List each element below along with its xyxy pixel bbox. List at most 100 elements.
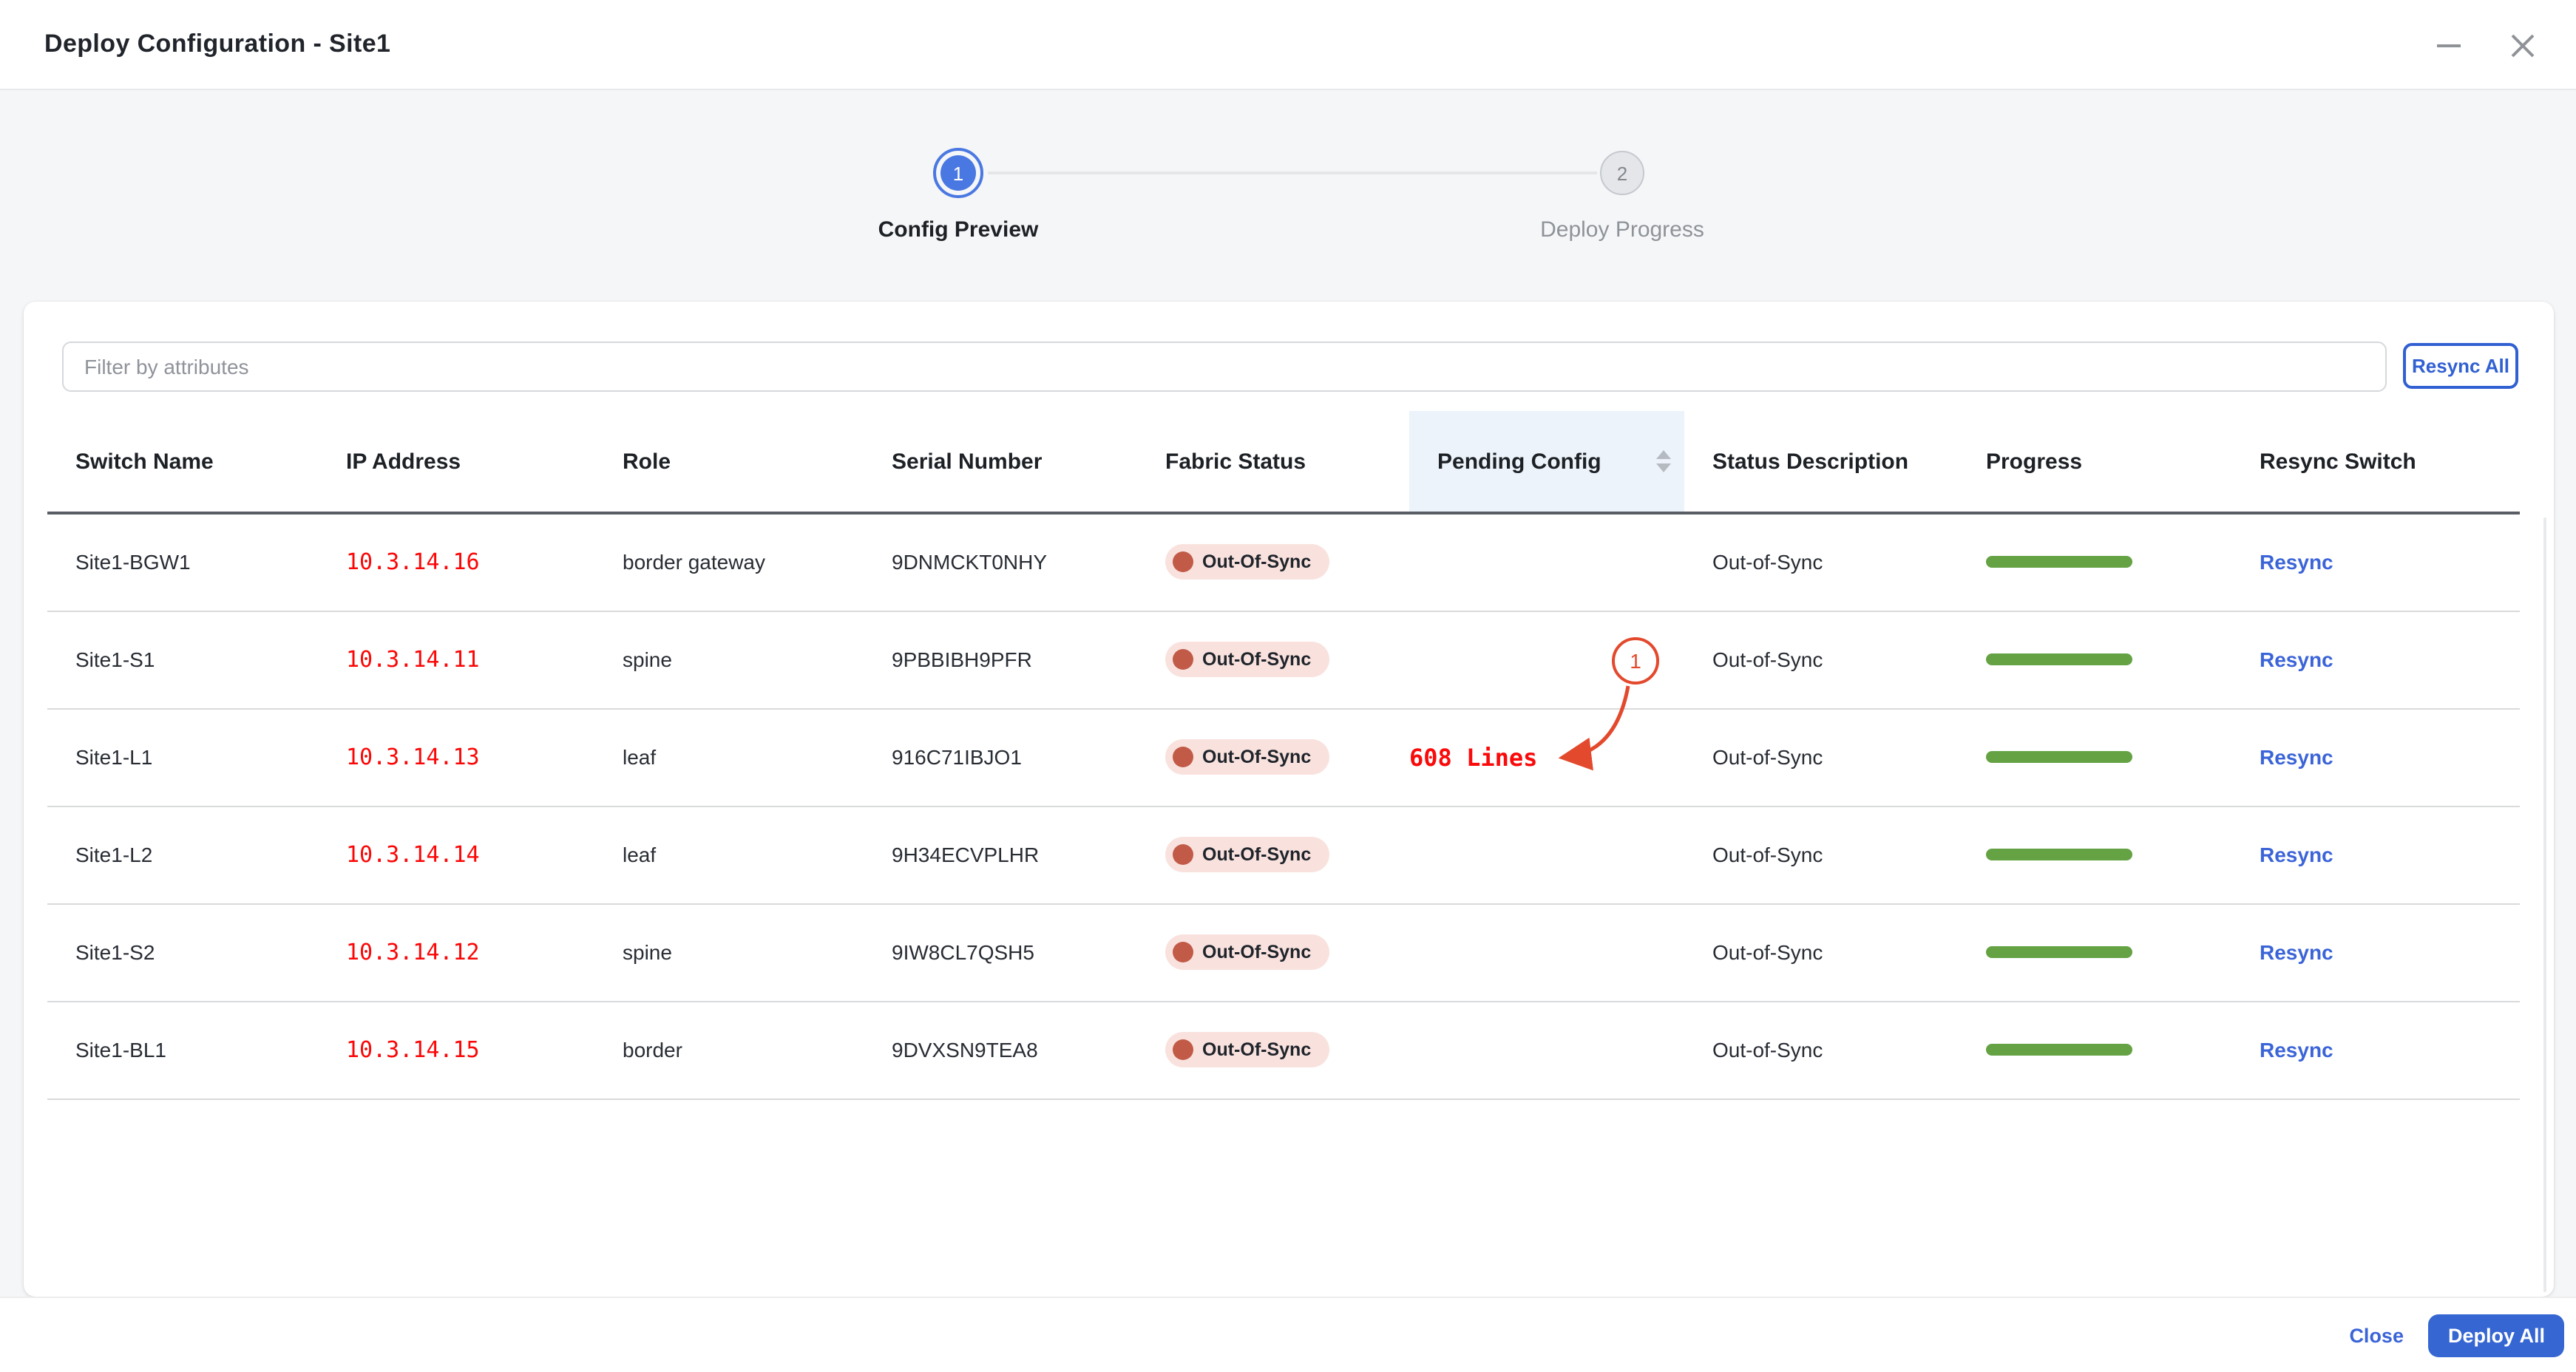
status-dot-icon bbox=[1173, 747, 1193, 767]
step-1-indicator[interactable]: 1 bbox=[933, 148, 983, 198]
fabric-status-cell: Out-Of-Sync bbox=[1137, 611, 1409, 709]
table-header-row: Switch Name IP Address Role Serial Numbe… bbox=[47, 411, 2520, 513]
status-badge: Out-Of-Sync bbox=[1165, 1032, 1329, 1067]
serial-number-cell: 9DVXSN9TEA8 bbox=[864, 1001, 1137, 1099]
progress-bar bbox=[1986, 751, 2132, 763]
fabric-status-cell: Out-Of-Sync bbox=[1137, 806, 1409, 904]
ip-address-cell: 10.3.14.14 bbox=[318, 806, 594, 904]
screen: Deploy Configuration - Site1 1 2 Config … bbox=[0, 0, 2576, 1372]
status-description-cell: Out-of-Sync bbox=[1684, 708, 1958, 806]
switch-name-cell: Site1-S2 bbox=[47, 903, 318, 1002]
dialog-titlebar: Deploy Configuration - Site1 bbox=[0, 0, 2576, 90]
pending-config-header-label: Pending Config bbox=[1437, 449, 1601, 474]
minimize-button[interactable] bbox=[2431, 27, 2467, 63]
status-badge-label: Out-Of-Sync bbox=[1202, 1039, 1312, 1060]
ip-address-cell: 10.3.14.13 bbox=[318, 708, 594, 806]
serial-number-cell: 916C71IBJO1 bbox=[864, 708, 1137, 806]
fabric-status-cell: Out-Of-Sync bbox=[1137, 1001, 1409, 1099]
progress-cell bbox=[1958, 1001, 2231, 1099]
progress-cell bbox=[1958, 806, 2231, 904]
dialog-title: Deploy Configuration - Site1 bbox=[44, 30, 391, 58]
resync-link[interactable]: Resync bbox=[2260, 551, 2333, 574]
pending-config-cell bbox=[1409, 611, 1684, 709]
progress-cell bbox=[1958, 513, 2231, 611]
ip-address-cell: 10.3.14.16 bbox=[318, 513, 594, 611]
column-header-progress[interactable]: Progress bbox=[1958, 411, 2231, 513]
status-badge-label: Out-Of-Sync bbox=[1202, 649, 1312, 670]
step-2-indicator[interactable]: 2 bbox=[1600, 151, 1644, 195]
pending-config-cell: 608 Lines bbox=[1409, 708, 1684, 806]
role-cell: spine bbox=[594, 611, 864, 709]
fabric-status-cell: Out-Of-Sync bbox=[1137, 903, 1409, 1002]
stepper-connector bbox=[988, 172, 1597, 174]
ip-address-cell: 10.3.14.12 bbox=[318, 903, 594, 1002]
filter-input[interactable] bbox=[62, 342, 2387, 392]
sort-icon[interactable] bbox=[1656, 450, 1671, 472]
status-dot-icon bbox=[1173, 551, 1193, 573]
resync-link[interactable]: Resync bbox=[2260, 648, 2333, 671]
column-header-serial-number[interactable]: Serial Number bbox=[864, 411, 1137, 513]
progress-bar bbox=[1986, 946, 2132, 958]
status-badge: Out-Of-Sync bbox=[1165, 544, 1329, 580]
serial-number-cell: 9PBBIBH9PFR bbox=[864, 611, 1137, 709]
pending-config-lines-link[interactable]: 608 Lines bbox=[1409, 743, 1537, 771]
progress-bar bbox=[1986, 1044, 2132, 1056]
close-button[interactable] bbox=[2505, 27, 2541, 63]
resync-link[interactable]: Resync bbox=[2260, 745, 2333, 769]
switches-table: Switch Name IP Address Role Serial Numbe… bbox=[47, 411, 2520, 1099]
resync-link[interactable]: Resync bbox=[2260, 940, 2333, 964]
status-description-cell: Out-of-Sync bbox=[1684, 513, 1958, 611]
minimize-icon bbox=[2437, 44, 2461, 47]
pending-config-cell bbox=[1409, 1001, 1684, 1099]
close-dialog-button[interactable]: Close bbox=[2349, 1324, 2404, 1346]
column-header-fabric-status[interactable]: Fabric Status bbox=[1137, 411, 1409, 513]
step-2-label: Deploy Progress bbox=[1540, 217, 1704, 242]
column-header-ip-address[interactable]: IP Address bbox=[318, 411, 594, 513]
progress-cell bbox=[1958, 611, 2231, 709]
status-badge: Out-Of-Sync bbox=[1165, 934, 1329, 970]
step-1-number: 1 bbox=[940, 155, 976, 191]
status-description-cell: Out-of-Sync bbox=[1684, 806, 1958, 904]
pending-config-cell bbox=[1409, 513, 1684, 611]
table-scrollbar[interactable] bbox=[2543, 517, 2546, 1292]
column-header-resync-switch[interactable]: Resync Switch bbox=[2231, 411, 2520, 513]
switch-name-cell: Site1-L1 bbox=[47, 708, 318, 806]
ip-address-cell: 10.3.14.15 bbox=[318, 1001, 594, 1099]
status-dot-icon bbox=[1173, 649, 1193, 670]
fabric-status-cell: Out-Of-Sync bbox=[1137, 513, 1409, 611]
switch-name-cell: Site1-S1 bbox=[47, 611, 318, 709]
column-header-role[interactable]: Role bbox=[594, 411, 864, 513]
step-2-number: 2 bbox=[1600, 151, 1644, 195]
column-header-switch-name[interactable]: Switch Name bbox=[47, 411, 318, 513]
resync-link[interactable]: Resync bbox=[2260, 1038, 2333, 1062]
table-row: Site1-S2 10.3.14.12 spine 9IW8CL7QSH5 Ou… bbox=[47, 903, 2520, 1002]
ip-address-cell: 10.3.14.11 bbox=[318, 611, 594, 709]
sort-descending-icon bbox=[1656, 463, 1671, 472]
status-badge-label: Out-Of-Sync bbox=[1202, 747, 1312, 767]
status-dot-icon bbox=[1173, 844, 1193, 865]
resync-cell: Resync bbox=[2231, 611, 2520, 709]
resync-cell: Resync bbox=[2231, 806, 2520, 904]
close-icon bbox=[2511, 33, 2535, 57]
deploy-all-button[interactable]: Deploy All bbox=[2428, 1314, 2564, 1356]
table-row: Site1-L2 10.3.14.14 leaf 9H34ECVPLHR Out… bbox=[47, 806, 2520, 904]
resync-link[interactable]: Resync bbox=[2260, 843, 2333, 866]
role-cell: leaf bbox=[594, 806, 864, 904]
progress-cell bbox=[1958, 708, 2231, 806]
step-1-label: Config Preview bbox=[878, 217, 1039, 242]
resync-cell: Resync bbox=[2231, 1001, 2520, 1099]
status-badge: Out-Of-Sync bbox=[1165, 837, 1329, 872]
step-1-ring: 1 bbox=[933, 148, 983, 198]
status-badge: Out-Of-Sync bbox=[1165, 642, 1329, 677]
resync-all-button[interactable]: Resync All bbox=[2403, 343, 2518, 389]
column-header-pending-config[interactable]: Pending Config bbox=[1409, 411, 1684, 513]
table-row: Site1-L1 10.3.14.13 leaf 916C71IBJO1 Out… bbox=[47, 708, 2520, 806]
window-controls bbox=[2431, 0, 2541, 90]
pending-config-cell bbox=[1409, 806, 1684, 904]
switch-name-cell: Site1-L2 bbox=[47, 806, 318, 904]
column-header-status-description[interactable]: Status Description bbox=[1684, 411, 1958, 513]
status-description-cell: Out-of-Sync bbox=[1684, 903, 1958, 1002]
resync-cell: Resync bbox=[2231, 513, 2520, 611]
switch-name-cell: Site1-BL1 bbox=[47, 1001, 318, 1099]
table-row: Site1-BGW1 10.3.14.16 border gateway 9DN… bbox=[47, 513, 2520, 611]
